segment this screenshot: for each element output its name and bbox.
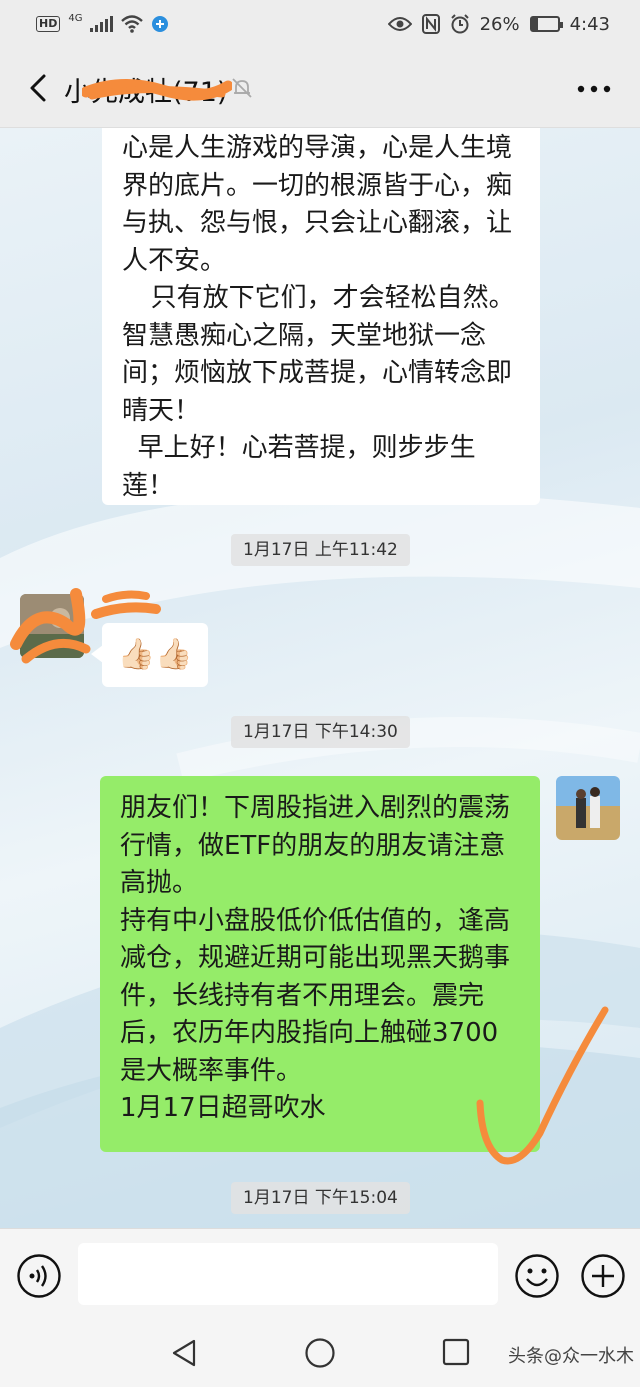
status-right: 26% 4:43 <box>387 13 610 35</box>
message-timestamp: 1月17日 下午14:30 <box>231 716 410 748</box>
signal-icon <box>90 16 114 32</box>
message-paragraph: 持有中小盘股低价低估值的，逢高减仓，规避近期可能出现黑天鹅事件，长线持有者不用理… <box>120 905 511 1086</box>
sender-avatar[interactable] <box>20 594 84 658</box>
watermark: 头条@众一水木 <box>508 1346 634 1367</box>
incoming-message-bubble[interactable]: 心是人生游戏的导演，心是人生境界的底片。一切的根源皆于心，痴与执、怨与恨，只会让… <box>102 128 540 505</box>
nfc-icon <box>421 14 440 34</box>
plus-icon[interactable] <box>580 1253 626 1299</box>
message-paragraph: 心是人生游戏的导演，心是人生境界的底片。一切的根源皆于心，痴与执、怨与恨，只会让… <box>122 133 513 276</box>
message-timestamp: 1月17日 下午15:04 <box>231 1182 410 1214</box>
chat-area[interactable]: 心是人生游戏的导演，心是人生境界的底片。一切的根源皆于心，痴与执、怨与恨，只会让… <box>0 128 640 1228</box>
chat-header: 小先成牡(71) <box>0 48 640 128</box>
wifi-icon <box>121 15 144 33</box>
back-icon[interactable] <box>22 70 58 106</box>
message-paragraph: 朋友们！下周股指进入剧烈的震荡行情，做ETF的朋友的朋友请注意高抛。 <box>120 793 511 898</box>
message-paragraph: 1月17日超哥吹水 <box>120 1093 326 1123</box>
message-paragraph: 只有放下它们，才会轻松自然。智慧愚痴心之隔，天堂地狱一念间；烦恼放下成菩提，心情… <box>122 283 515 426</box>
alarm-icon <box>450 14 469 34</box>
battery-icon <box>529 16 563 32</box>
outgoing-message-bubble[interactable]: 朋友们！下周股指进入剧烈的震荡行情，做ETF的朋友的朋友请注意高抛。 持有中小盘… <box>100 776 540 1152</box>
nav-back-icon[interactable] <box>170 1338 198 1368</box>
title-redaction-scribble <box>82 78 232 101</box>
message-input[interactable] <box>78 1243 498 1305</box>
hd-icon: HD <box>36 16 61 32</box>
mute-bell-icon <box>232 78 252 98</box>
status-left: HD 4G <box>36 12 169 33</box>
emoji-icon[interactable] <box>514 1253 560 1299</box>
message-paragraph: 早上好！心若菩提，则步步生莲！ <box>122 433 476 501</box>
status-bar: HD 4G 26% 4:43 <box>0 0 640 48</box>
nav-home-icon[interactable] <box>304 1337 336 1369</box>
incoming-emoji-bubble[interactable]: 👍🏻👍🏻 <box>91 623 208 687</box>
eye-icon <box>387 17 412 31</box>
voice-icon[interactable] <box>16 1253 62 1299</box>
input-bar <box>0 1228 640 1320</box>
status-time: 4:43 <box>569 13 610 35</box>
nav-recent-icon[interactable] <box>442 1338 470 1366</box>
network-label: 4G <box>68 12 83 24</box>
battery-percent: 26% <box>479 13 520 35</box>
message-timestamp: 1月17日 上午11:42 <box>231 534 410 566</box>
browser-badge-icon <box>152 16 169 32</box>
thumbs-up-emoji: 👍🏻👍🏻 <box>117 637 193 672</box>
more-icon[interactable] <box>576 84 612 94</box>
system-nav-bar: 头条@众一水木 <box>0 1320 640 1387</box>
my-avatar[interactable] <box>556 776 620 840</box>
